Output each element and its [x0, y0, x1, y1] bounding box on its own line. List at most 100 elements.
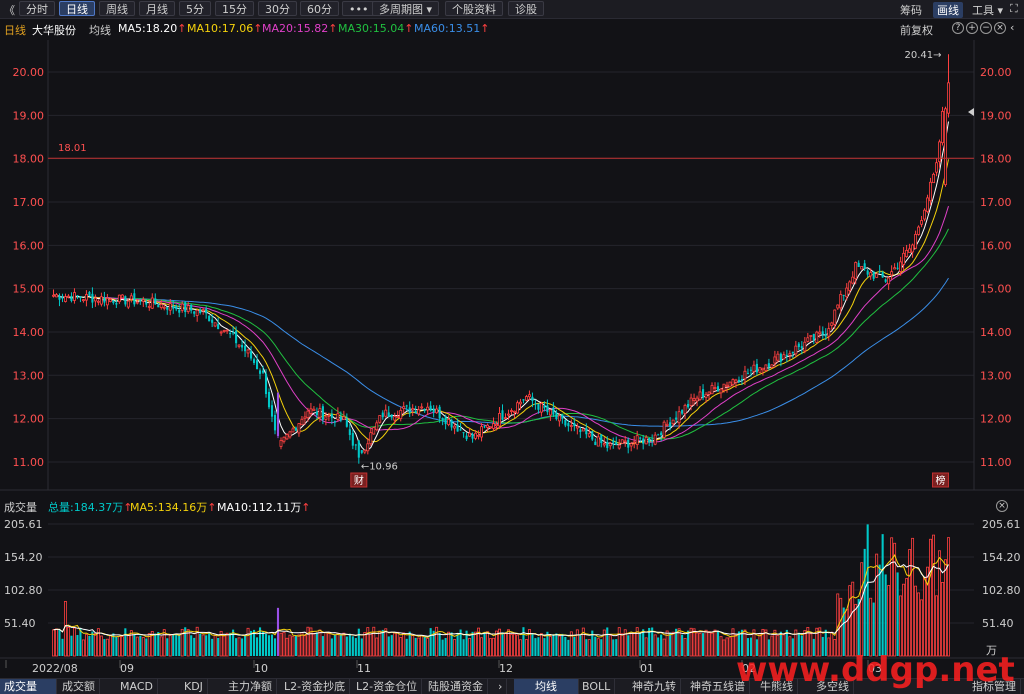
candle-body: [453, 425, 457, 429]
volume-bar: [707, 631, 711, 657]
volume-bar: [255, 637, 259, 656]
candle-body: [785, 354, 788, 357]
candle-body: [657, 434, 660, 436]
volume-bar: [698, 632, 702, 657]
volume-bar: [884, 574, 887, 656]
tab-kdj[interactable]: KDJ: [180, 679, 208, 694]
volume-bar: [564, 636, 567, 656]
volume-bar: [860, 562, 864, 657]
tab-main-net[interactable]: 主力净额: [224, 679, 277, 694]
candle-body: [438, 406, 441, 419]
candle-body: [617, 444, 621, 449]
volume-bar: [375, 637, 379, 657]
candle-body: [175, 305, 178, 310]
volume-tick-label: 102.80: [4, 584, 43, 597]
kline-chart[interactable]: 20.00 19.00 18.00 17.00 16.00 15.00 14.00 13.00…: [0, 0, 1024, 678]
volume-bar: [172, 634, 175, 656]
volume-bar: [133, 634, 136, 656]
volume-bar: [863, 548, 866, 656]
tab-l2-bottom[interactable]: L2-资金抄底: [280, 679, 351, 694]
tab-macd[interactable]: MACD: [116, 679, 158, 694]
candle-body: [569, 425, 573, 427]
volume-bar: [644, 637, 648, 657]
candle-body: [372, 427, 376, 435]
chevron-right-icon[interactable]: ›: [494, 679, 508, 694]
price-ticks-left: 20.00 19.00 18.00 17.00 16.00 15.00 14.00 13.00…: [13, 66, 45, 469]
volume-bar: [175, 634, 178, 656]
candle-body: [64, 296, 67, 302]
candle-body: [875, 273, 879, 278]
candle-body: [818, 331, 822, 335]
candle-body: [531, 396, 534, 402]
candle-body: [812, 333, 815, 340]
candle-body: [830, 322, 834, 326]
price-tick-label: 18.00: [980, 153, 1012, 166]
candle-body: [186, 305, 190, 312]
volume-bar: [869, 597, 873, 657]
volume-bar: [534, 638, 537, 656]
candle-body: [309, 408, 313, 414]
candle-body: [73, 292, 76, 301]
candle-body: [893, 267, 897, 270]
candle-body: [414, 410, 417, 413]
candle-body: [426, 406, 430, 411]
tab-boll[interactable]: BOLL: [578, 679, 616, 694]
tab-volume[interactable]: 成交量: [0, 679, 57, 694]
volume-bar: [366, 627, 370, 657]
candle-body: [683, 404, 687, 414]
volume-bar: [88, 635, 91, 656]
candle-body: [800, 346, 803, 349]
tab-turnover[interactable]: 成交额: [58, 679, 100, 694]
candle-body: [193, 311, 196, 314]
candle-body: [761, 367, 765, 371]
volume-bar: [941, 581, 944, 657]
candle-body: [935, 162, 938, 173]
volume-bar: [929, 538, 932, 657]
volume-bar: [617, 627, 621, 657]
volume-bar: [602, 629, 606, 657]
candle-body: [139, 300, 142, 302]
candle-body: [303, 416, 307, 420]
volume-bar: [402, 632, 406, 657]
volume-bar: [444, 638, 447, 656]
volume-bar: [312, 632, 316, 657]
candle-body: [489, 426, 492, 429]
volume-bar: [91, 631, 94, 656]
volume-bar: [851, 581, 855, 657]
candle-body: [716, 386, 720, 392]
candle-body: [692, 398, 696, 401]
volume-bar: [489, 638, 492, 657]
tab-ma[interactable]: 均线: [514, 679, 579, 694]
candle-body: [728, 381, 732, 388]
candle-body: [378, 415, 382, 423]
month-label: 09: [120, 662, 134, 675]
ma20-path: [53, 205, 949, 443]
volume-bar: [222, 634, 226, 657]
volume-bar: [52, 629, 55, 657]
tab-l2-position[interactable]: L2-资金仓位: [352, 679, 423, 694]
month-label: 01: [640, 662, 654, 675]
candle-body: [629, 443, 633, 447]
volume-bar: [642, 629, 645, 656]
candle-body: [225, 329, 229, 332]
close-icon[interactable]: ×: [996, 500, 1008, 512]
candle-body: [232, 332, 235, 334]
up-arrow-icon: ↑: [207, 501, 217, 514]
volume-tick-label: 205.61: [982, 518, 1021, 531]
tab-hk-connect[interactable]: 陆股通资金: [424, 679, 488, 694]
candle-body: [791, 351, 794, 354]
candle-body: [866, 270, 869, 275]
volume-bar: [620, 633, 624, 657]
candle-body: [432, 408, 435, 413]
volume-bar: [692, 628, 696, 657]
volume-bar: [115, 636, 118, 656]
candle-body: [369, 432, 373, 445]
candle-body: [713, 387, 717, 389]
candle-body: [908, 248, 912, 253]
candle-body: [208, 315, 211, 322]
volume-bar: [920, 599, 924, 657]
candle-body: [764, 364, 768, 372]
price-tick-label: 15.00: [980, 283, 1012, 296]
tab-magic-nine[interactable]: 神奇九转: [628, 679, 681, 694]
candle-body: [67, 295, 70, 298]
